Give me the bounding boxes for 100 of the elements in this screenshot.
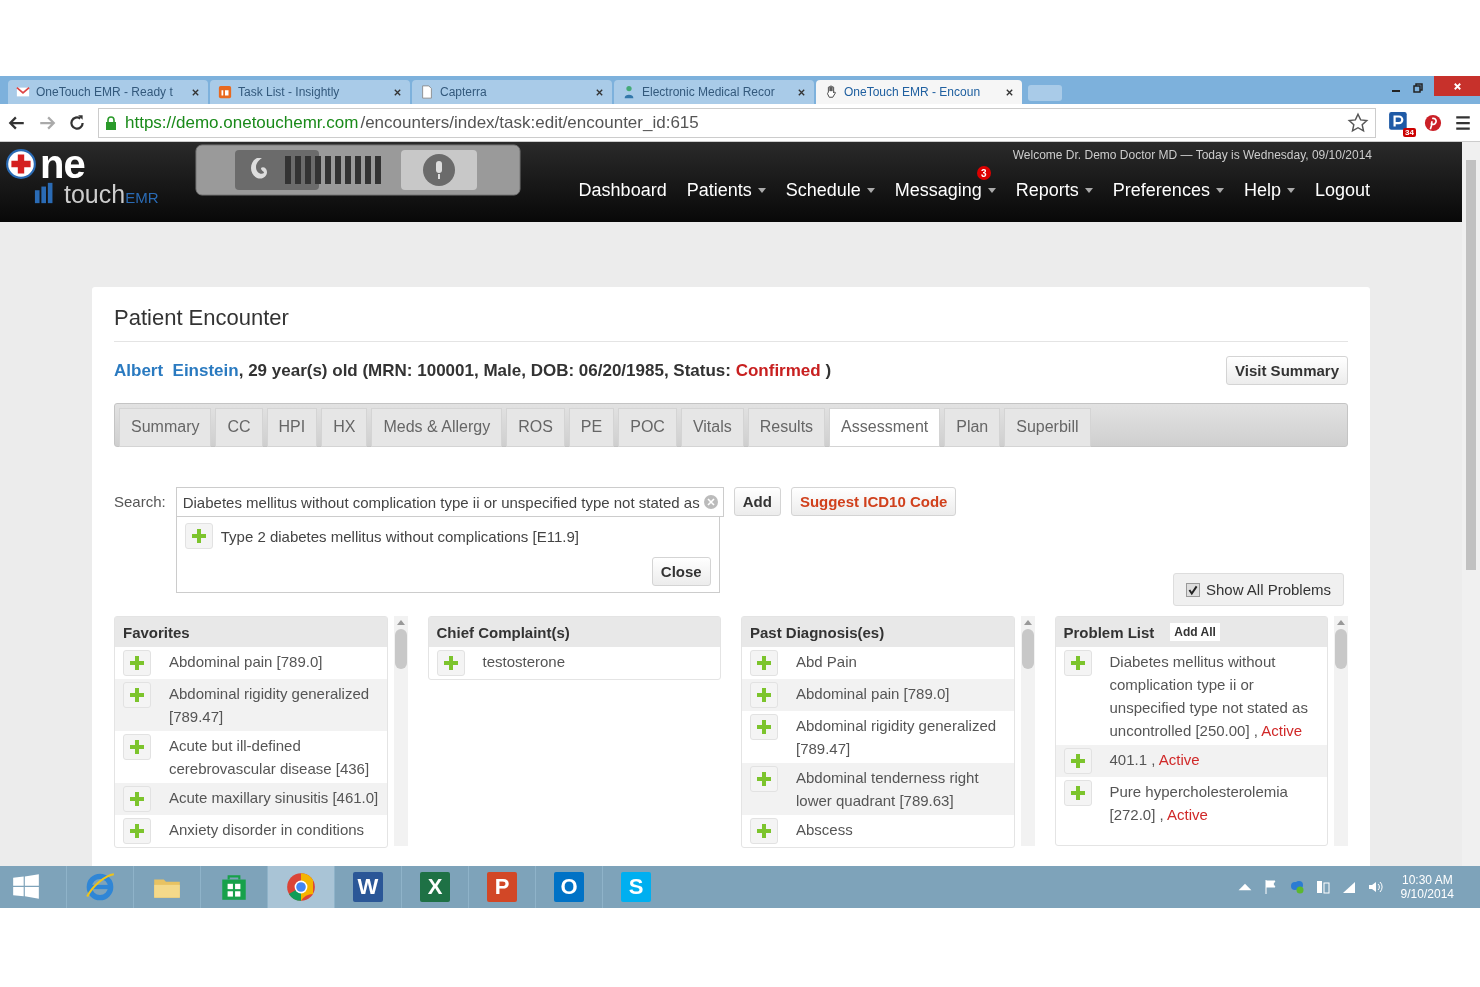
nav-link[interactable]: Help (1243, 166, 1297, 201)
scrollbar[interactable] (1462, 142, 1480, 866)
list-item[interactable]: testosterone (482, 650, 566, 673)
pin-icon[interactable] (1424, 113, 1442, 132)
section-tab[interactable]: Assessment (829, 408, 941, 447)
cloud-icon[interactable] (1288, 879, 1305, 895)
add-button[interactable] (123, 734, 151, 760)
section-tab[interactable]: Vitals (680, 408, 744, 447)
add-button[interactable]: Add (733, 487, 781, 516)
close-icon[interactable] (797, 87, 806, 97)
clear-icon[interactable] (702, 494, 719, 510)
scroll-thumb[interactable] (1021, 629, 1034, 669)
list-item[interactable]: Diabetes mellitus without complication type ii or unspecified type not stated as uncontrolled [250.00] , Active (1109, 650, 1319, 742)
list-item[interactable]: Abd Pain (796, 650, 857, 673)
list-item[interactable]: Anxiety disorder in conditions (169, 818, 365, 841)
address-field[interactable]: https://demo.onetouchemr.com/encounters/index/task:edit/encounter_id:615 (98, 107, 1376, 138)
nav-link[interactable]: Dashboard (578, 166, 669, 201)
nav-link[interactable]: Preferences (1112, 166, 1226, 201)
taskbar-app[interactable] (267, 866, 334, 908)
browser-tab[interactable]: Capterra (412, 80, 612, 104)
add-button[interactable] (750, 650, 778, 676)
add-button[interactable] (750, 818, 778, 844)
add-button[interactable] (750, 714, 778, 740)
close-icon[interactable] (393, 87, 402, 97)
browser-tab[interactable]: OneTouch EMR - Encoun (816, 80, 1022, 104)
nav-link[interactable]: Messaging 3 (894, 166, 998, 201)
nav-link[interactable]: Reports (1015, 166, 1095, 201)
menu-icon[interactable] (1454, 113, 1472, 132)
section-tab[interactable]: Results (747, 408, 826, 447)
add-button[interactable] (123, 682, 151, 708)
taskbar-app[interactable]: W (334, 866, 401, 908)
browser-tab[interactable]: OneTouch EMR - Ready t (8, 80, 208, 104)
list-item[interactable]: Abdominal pain [789.0] (169, 650, 323, 673)
device-icon[interactable] (1314, 879, 1331, 895)
windows-start-icon[interactable] (12, 873, 40, 901)
add-button[interactable] (123, 786, 151, 812)
arrow-up-icon[interactable] (1023, 620, 1032, 625)
arrow-up-icon[interactable] (1337, 620, 1345, 625)
add-button[interactable] (123, 818, 151, 844)
restore-icon[interactable] (1412, 82, 1424, 94)
section-tab[interactable]: PE (568, 408, 615, 447)
list-item[interactable]: Abscess (796, 818, 853, 841)
add-button[interactable] (1063, 650, 1092, 676)
list-item[interactable]: Pure hypercholesterolemia [272.0] , Active (1109, 780, 1319, 826)
section-tab[interactable]: Meds & Allergy (371, 408, 503, 447)
browser-tab[interactable]: Task List - Insightly (210, 80, 410, 104)
add-button[interactable] (1063, 780, 1092, 806)
close-icon[interactable] (191, 87, 200, 97)
scroll-thumb[interactable] (1335, 629, 1347, 669)
app-icon: S (621, 872, 651, 902)
flag-icon[interactable] (1262, 879, 1279, 895)
add-button[interactable] (1063, 748, 1092, 774)
nav-link[interactable]: Schedule (785, 166, 877, 201)
close-button[interactable]: Close (651, 557, 711, 586)
show-all-checkbox[interactable]: Show All Problems (1172, 573, 1344, 606)
arrow-up-icon[interactable] (396, 620, 405, 625)
add-button[interactable] (123, 650, 151, 676)
add-button[interactable] (184, 523, 213, 549)
browser-tab[interactable]: Electronic Medical Recor (614, 80, 814, 104)
caret-icon (1215, 188, 1224, 193)
scrollbar[interactable] (1334, 616, 1348, 846)
taskbar-app[interactable]: O (535, 866, 602, 908)
section-tab[interactable]: HX (321, 408, 368, 447)
scroll-thumb[interactable] (394, 629, 407, 669)
section-tab[interactable]: POC (618, 408, 677, 447)
visit-summary-button[interactable]: Visit Summary (1226, 356, 1348, 385)
section-tab[interactable]: CC (215, 408, 263, 447)
nav-link[interactable]: Patients (686, 166, 768, 201)
add-button[interactable] (750, 682, 778, 708)
list-item[interactable]: Acute but ill-defined cerebrovascular disease [436] (169, 734, 379, 780)
close-icon[interactable] (595, 87, 604, 97)
section-tab[interactable]: ROS (506, 408, 565, 447)
reload-icon[interactable] (68, 113, 86, 132)
add-button[interactable] (436, 650, 465, 676)
speaker-icon[interactable] (1366, 879, 1383, 895)
scrollbar[interactable] (393, 616, 408, 846)
suggest-code-button[interactable]: Suggest ICD10 Code (790, 487, 957, 516)
app-icon: P (487, 872, 517, 902)
section-tab[interactable]: HPI (266, 408, 318, 447)
taskbar-app[interactable]: P (468, 866, 535, 908)
close-icon[interactable] (1005, 87, 1014, 97)
add-all-button[interactable]: Add All (1170, 623, 1220, 641)
nav-link[interactable]: Logout (1314, 166, 1372, 201)
taskbar-app[interactable]: X (401, 866, 468, 908)
result-item[interactable]: Type 2 diabetes mellitus without complications [E11.9] (220, 527, 579, 545)
list-item[interactable]: Abdominal rigidity generalized [789.47] (796, 714, 1006, 760)
patient-link[interactable]: Albert Einstein (114, 360, 239, 380)
section-tab[interactable]: Plan (944, 408, 1001, 447)
star-icon[interactable] (1347, 111, 1369, 134)
dictation-widget-drawing[interactable] (195, 144, 521, 196)
add-button[interactable] (750, 766, 778, 792)
scroll-thumb[interactable] (1466, 160, 1476, 570)
page-title: Patient Encounter (114, 305, 1348, 342)
scrollbar[interactable] (1020, 616, 1035, 846)
checkbox[interactable] (1185, 582, 1200, 597)
section-tab[interactable]: Superbill (1004, 408, 1091, 447)
plus-icon (756, 823, 772, 839)
close-button[interactable] (1434, 76, 1480, 96)
section-tab[interactable]: Summary (119, 408, 212, 447)
search-field[interactable]: Diabetes mellitus without complication type ii or unspecified type not stated as (175, 487, 724, 517)
